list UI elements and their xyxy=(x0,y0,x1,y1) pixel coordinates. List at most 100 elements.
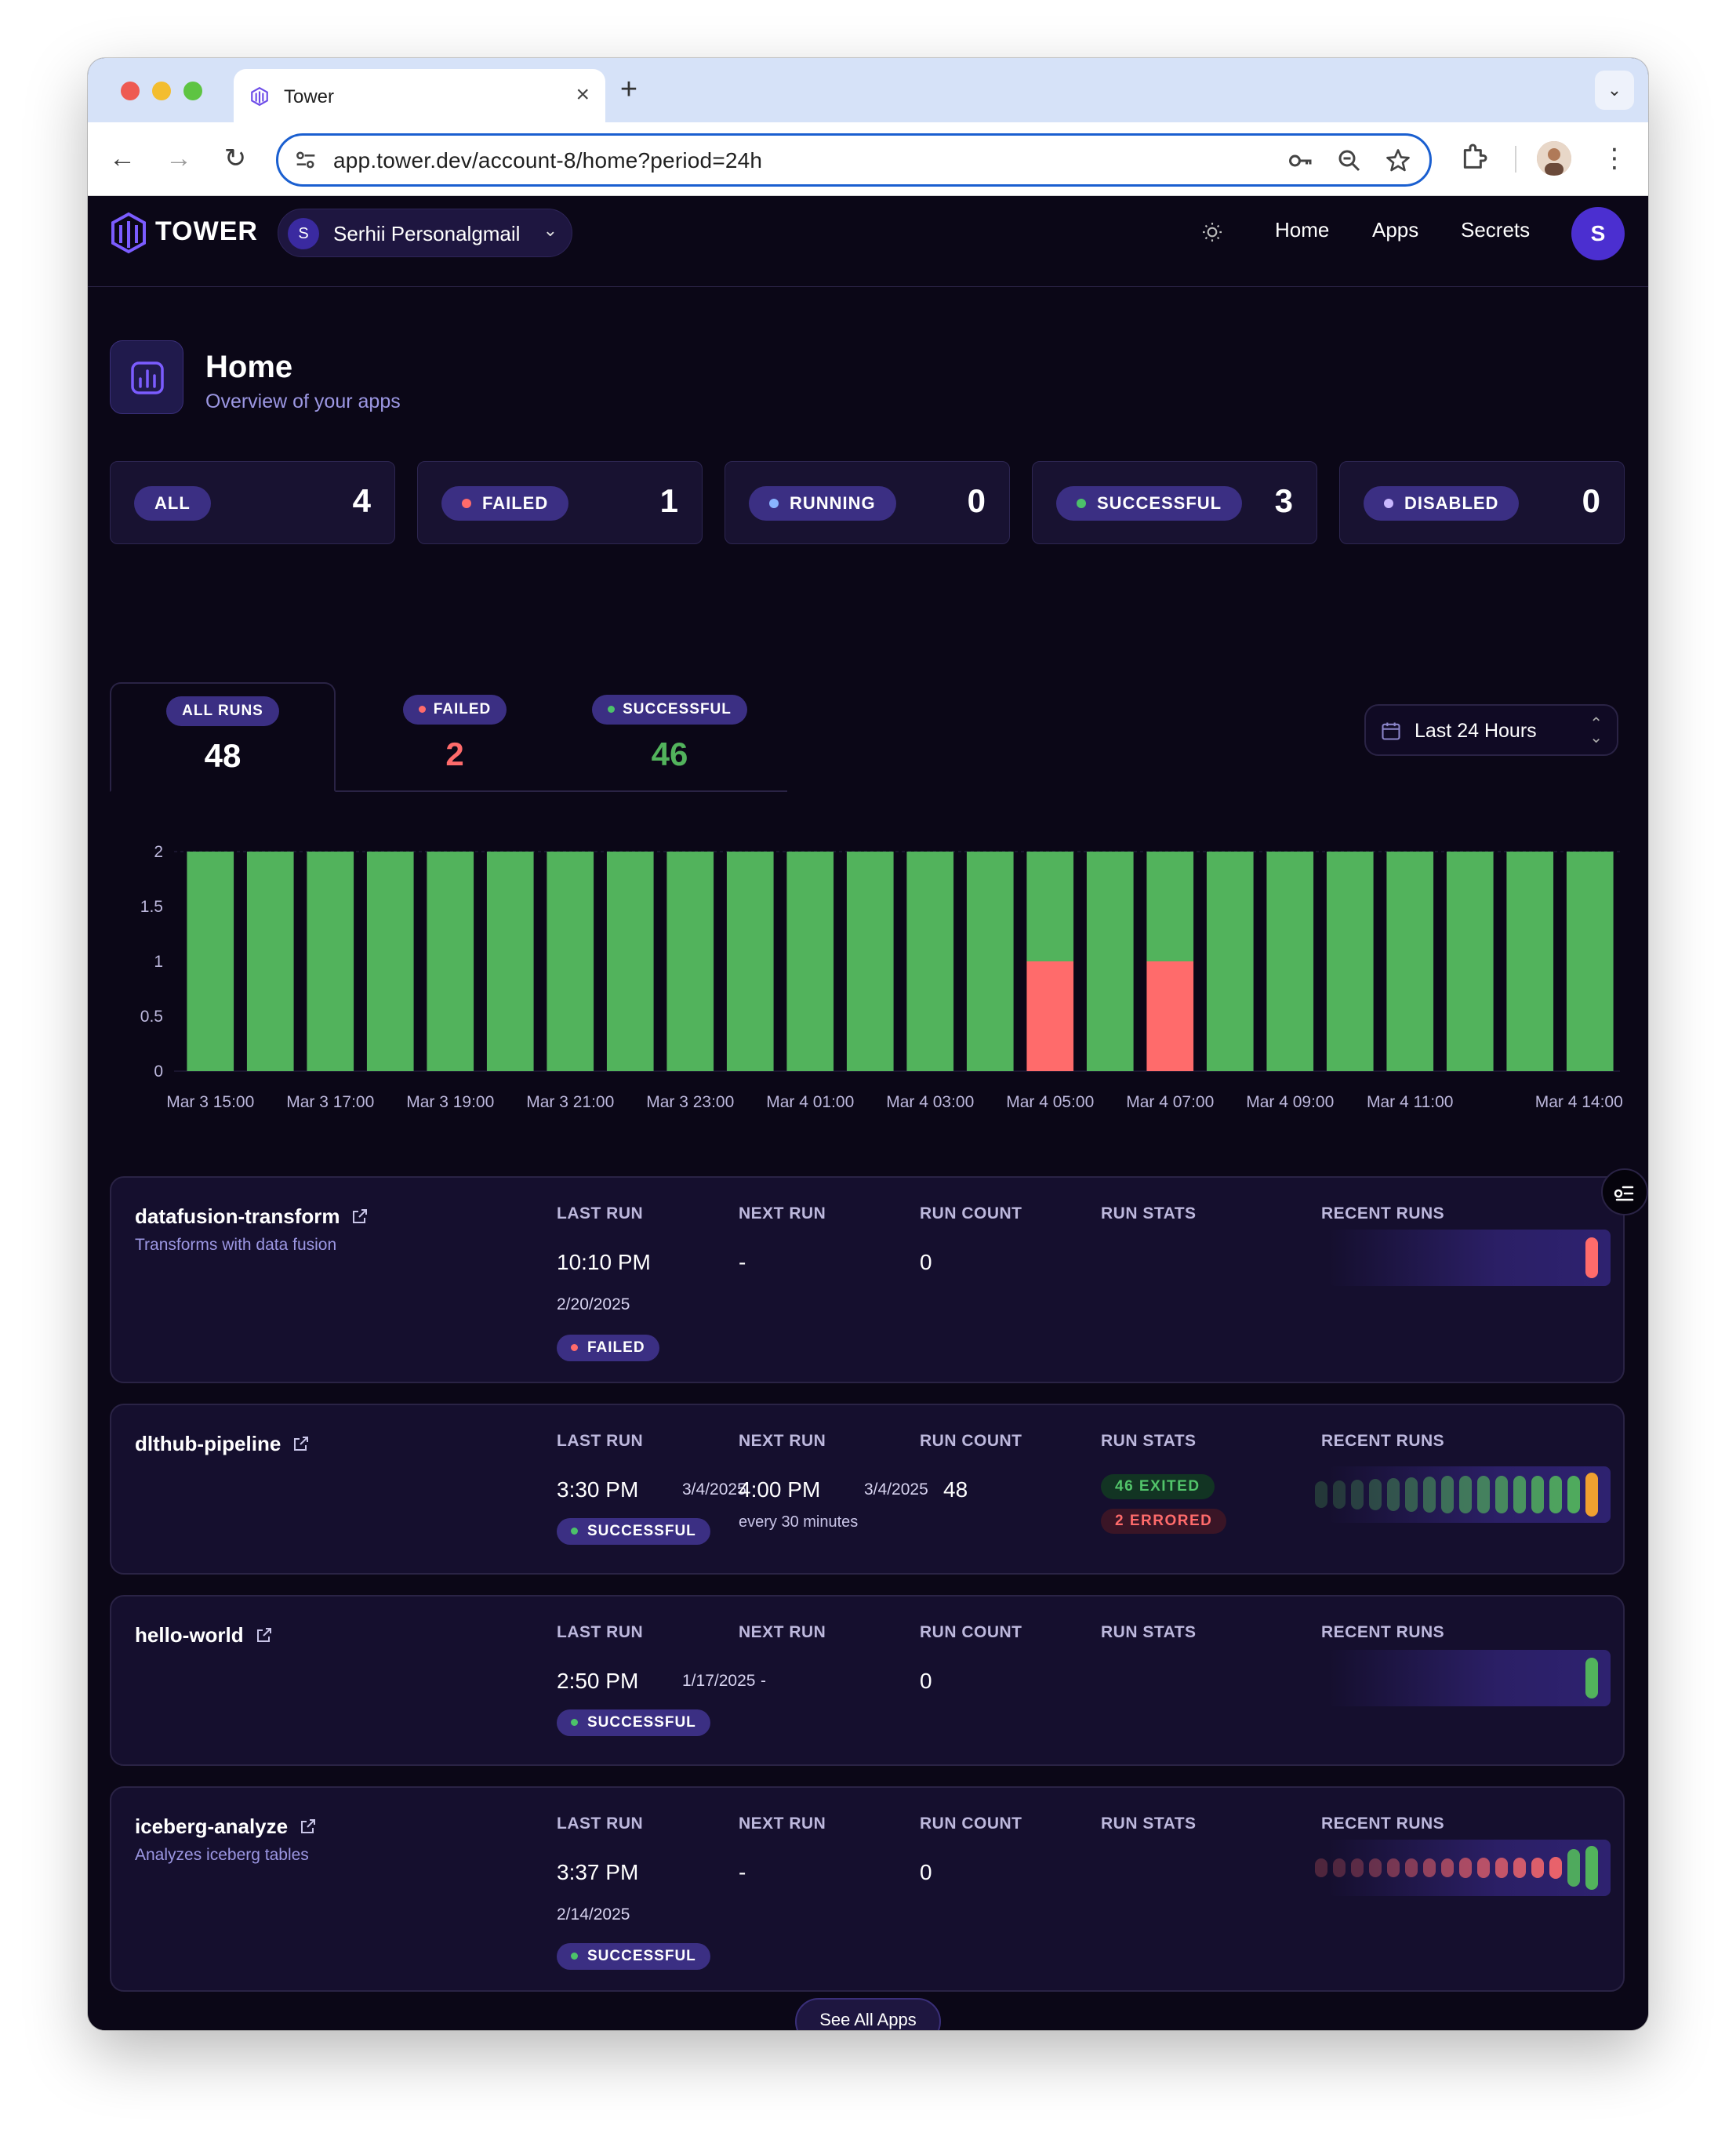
app-card-hello-world[interactable]: hello-world LAST RUN NEXT RUN RUN COUNT … xyxy=(110,1595,1625,1766)
recent-run-success[interactable] xyxy=(1441,1476,1454,1513)
maximize-window-button[interactable] xyxy=(183,82,202,100)
period-select[interactable]: Last 24 Hours ⌃ ⌄ xyxy=(1364,704,1618,756)
recent-run-failed[interactable] xyxy=(1549,1857,1562,1879)
browser-menu-icon[interactable]: ⋮ xyxy=(1601,141,1628,176)
account-switcher[interactable]: S Serhii Personalgmail ⌄ xyxy=(278,209,572,257)
new-tab-icon[interactable]: + xyxy=(612,74,646,105)
recent-run-success[interactable] xyxy=(1351,1480,1364,1509)
stat-count-all: 4 xyxy=(352,482,371,519)
x-tick-label: Mar 3 19:00 xyxy=(406,1093,494,1111)
calendar-icon xyxy=(1382,722,1400,740)
last-run-header: LAST RUN xyxy=(557,1815,644,1833)
bookmark-star-icon[interactable] xyxy=(1384,147,1412,175)
app-description: Analyzes iceberg tables xyxy=(135,1846,309,1864)
extensions-puzzle-icon[interactable] xyxy=(1458,141,1490,173)
nav-home-link[interactable]: Home xyxy=(1275,218,1329,242)
external-link-icon[interactable] xyxy=(350,1207,369,1226)
tab-successful-runs[interactable]: SUCCESSFUL 46 xyxy=(590,682,750,792)
recent-run-success[interactable] xyxy=(1459,1476,1472,1513)
app-name[interactable]: dlthub-pipeline xyxy=(135,1432,311,1456)
tab-failed-runs[interactable]: FAILED 2 xyxy=(400,682,510,792)
site-settings-icon[interactable] xyxy=(292,147,319,173)
recent-run-failed[interactable] xyxy=(1387,1858,1400,1877)
status-badge: SUCCESSFUL xyxy=(557,1709,710,1736)
recent-run-running[interactable] xyxy=(1585,1473,1598,1517)
browser-profile-avatar[interactable] xyxy=(1537,141,1571,176)
bar-successful xyxy=(1266,852,1314,1071)
recent-run-success[interactable] xyxy=(1531,1476,1544,1513)
recent-run-failed[interactable] xyxy=(1495,1858,1508,1878)
recent-run-failed[interactable] xyxy=(1315,1858,1327,1877)
stat-card-all[interactable]: ALL 4 xyxy=(110,461,395,544)
recent-run-failed[interactable] xyxy=(1477,1858,1490,1878)
stat-card-running[interactable]: RUNNING 0 xyxy=(725,461,1010,544)
app-name[interactable]: datafusion-transform xyxy=(135,1204,369,1229)
filter-settings-button[interactable] xyxy=(1601,1168,1648,1215)
recent-run-success[interactable] xyxy=(1405,1477,1418,1512)
stat-card-disabled[interactable]: DISABLED 0 xyxy=(1339,461,1625,544)
x-tick-label: Mar 4 03:00 xyxy=(886,1093,974,1111)
recent-run-failed[interactable] xyxy=(1351,1858,1364,1877)
recent-run-failed[interactable] xyxy=(1531,1857,1544,1879)
back-arrow-icon[interactable]: ← xyxy=(107,143,138,174)
nav-apps-link[interactable]: Apps xyxy=(1372,218,1418,242)
recent-runs-header: RECENT RUNS xyxy=(1321,1815,1445,1833)
zoom-icon[interactable] xyxy=(1335,147,1364,175)
password-key-icon[interactable] xyxy=(1287,147,1315,175)
recent-run-success[interactable] xyxy=(1513,1476,1526,1513)
tab-all-runs[interactable]: ALL RUNS 48 xyxy=(110,682,336,792)
stat-card-successful[interactable]: SUCCESSFUL 3 xyxy=(1032,461,1317,544)
address-bar[interactable]: app.tower.dev/account-8/home?period=24h xyxy=(276,133,1432,187)
external-link-icon[interactable] xyxy=(299,1817,318,1836)
recent-run-failed[interactable] xyxy=(1333,1858,1346,1877)
recent-run-failed[interactable] xyxy=(1459,1858,1472,1878)
recent-run-failed[interactable] xyxy=(1405,1858,1418,1877)
app-card-dlthub-pipeline[interactable]: dlthub-pipeline LAST RUN NEXT RUN RUN CO… xyxy=(110,1404,1625,1575)
recent-run-success[interactable] xyxy=(1585,1846,1598,1890)
minimize-window-button[interactable] xyxy=(152,82,171,100)
bar-successful xyxy=(427,852,474,1071)
external-link-icon[interactable] xyxy=(292,1434,311,1453)
user-avatar[interactable]: S xyxy=(1571,207,1625,260)
stat-label-successful: SUCCESSFUL xyxy=(1056,486,1243,521)
recent-run-success[interactable] xyxy=(1387,1478,1400,1511)
brand-name[interactable]: TOWER xyxy=(155,216,258,247)
stat-count-disabled: 0 xyxy=(1582,482,1600,519)
recent-run-failed[interactable] xyxy=(1513,1857,1526,1879)
app-card-iceberg-analyze[interactable]: iceberg-analyze Analyzes iceberg tables … xyxy=(110,1786,1625,1992)
bar-successful xyxy=(1446,852,1494,1071)
close-window-button[interactable] xyxy=(121,82,140,100)
app-name[interactable]: hello-world xyxy=(135,1623,274,1647)
recent-run-success[interactable] xyxy=(1585,1658,1598,1698)
external-link-icon[interactable] xyxy=(255,1626,274,1644)
stat-card-failed[interactable]: FAILED 1 xyxy=(417,461,703,544)
recent-run-failed[interactable] xyxy=(1369,1858,1382,1877)
recent-run-success[interactable] xyxy=(1567,1476,1580,1513)
tab-close-icon[interactable]: × xyxy=(576,80,590,110)
stat-count-failed: 1 xyxy=(659,482,678,519)
recent-run-success[interactable] xyxy=(1315,1481,1327,1508)
recent-run-success[interactable] xyxy=(1567,1849,1580,1887)
recent-run-failed[interactable] xyxy=(1423,1858,1436,1878)
forward-arrow-icon[interactable]: → xyxy=(163,143,194,174)
theme-sun-icon[interactable] xyxy=(1200,220,1225,245)
app-name[interactable]: iceberg-analyze xyxy=(135,1815,318,1839)
recent-run-success[interactable] xyxy=(1477,1476,1490,1513)
recent-run-failed[interactable] xyxy=(1441,1858,1454,1878)
recent-run-success[interactable] xyxy=(1369,1479,1382,1510)
tab-search-chevron-icon[interactable]: ⌄ xyxy=(1595,71,1634,110)
see-all-apps-button[interactable]: See All Apps xyxy=(795,1998,941,2030)
app-card-datafusion-transform[interactable]: datafusion-transform Transforms with dat… xyxy=(110,1176,1625,1383)
tower-logo-icon[interactable] xyxy=(110,212,147,254)
recent-run-success[interactable] xyxy=(1423,1477,1436,1513)
recent-run-success[interactable] xyxy=(1495,1476,1508,1513)
nav-secrets-link[interactable]: Secrets xyxy=(1461,218,1530,242)
recent-run-success[interactable] xyxy=(1549,1476,1562,1513)
browser-tab[interactable]: Tower × xyxy=(234,69,605,122)
recent-run-success[interactable] xyxy=(1333,1480,1346,1509)
recent-run-failed[interactable] xyxy=(1585,1237,1598,1278)
disabled-dot-icon xyxy=(1384,499,1393,508)
bar-successful xyxy=(726,852,774,1071)
last-run-header: LAST RUN xyxy=(557,1204,644,1222)
reload-icon[interactable]: ↻ xyxy=(220,143,251,174)
